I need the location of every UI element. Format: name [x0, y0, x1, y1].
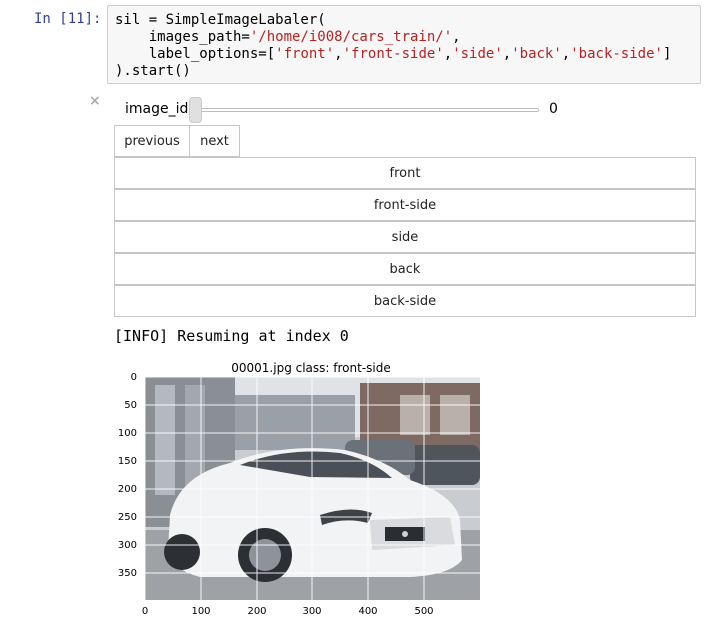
code-line-2: images_path='/home/i008/cars_train/', — [115, 29, 461, 45]
y-tick-label: 250 — [118, 512, 137, 523]
image-id-slider[interactable] — [191, 108, 539, 112]
x-tick-label: 400 — [358, 606, 377, 617]
label-button-front-side[interactable]: front-side — [114, 189, 696, 221]
label-button-side[interactable]: side — [114, 221, 696, 253]
slider-value: 0 — [549, 101, 558, 117]
y-tick-label: 150 — [118, 456, 137, 467]
y-tick-label: 350 — [118, 568, 137, 579]
info-output: [INFO] Resuming at index 0 — [114, 327, 349, 345]
code-line-1: sil = SimpleImageLabaler( — [115, 12, 326, 28]
previous-button[interactable]: previous — [114, 125, 190, 157]
image-plot: 00001.jpg class: front-side 0 50 100 150… — [118, 361, 480, 617]
plot-title: 00001.jpg class: front-side — [231, 361, 390, 375]
y-tick-label: 100 — [118, 428, 137, 439]
code-line-4: ).start() — [115, 63, 191, 79]
slider-handle[interactable] — [189, 97, 202, 123]
x-tick-label: 500 — [414, 606, 433, 617]
code-editor[interactable]: sil = SimpleImageLabaler( images_path='/… — [107, 5, 701, 84]
y-tick-label: 50 — [124, 400, 137, 411]
y-tick-label: 0 — [131, 372, 137, 383]
y-tick-label: 200 — [118, 484, 137, 495]
y-tick-label: 300 — [118, 540, 137, 551]
close-output-icon[interactable]: × — [89, 94, 101, 108]
x-tick-label: 200 — [247, 606, 266, 617]
car-photo — [144, 376, 480, 600]
label-button-front[interactable]: front — [114, 157, 696, 189]
label-button-back-side[interactable]: back-side — [114, 285, 696, 317]
x-tick-label: 100 — [191, 606, 210, 617]
next-button[interactable]: next — [189, 125, 240, 157]
slider-label: image_id — [125, 101, 189, 117]
label-button-back[interactable]: back — [114, 253, 696, 285]
x-tick-label: 0 — [142, 606, 148, 617]
x-tick-label: 300 — [302, 606, 321, 617]
code-line-3: label_options=['front','front-side','sid… — [115, 46, 672, 62]
cell-prompt: In [11]: — [34, 11, 102, 27]
